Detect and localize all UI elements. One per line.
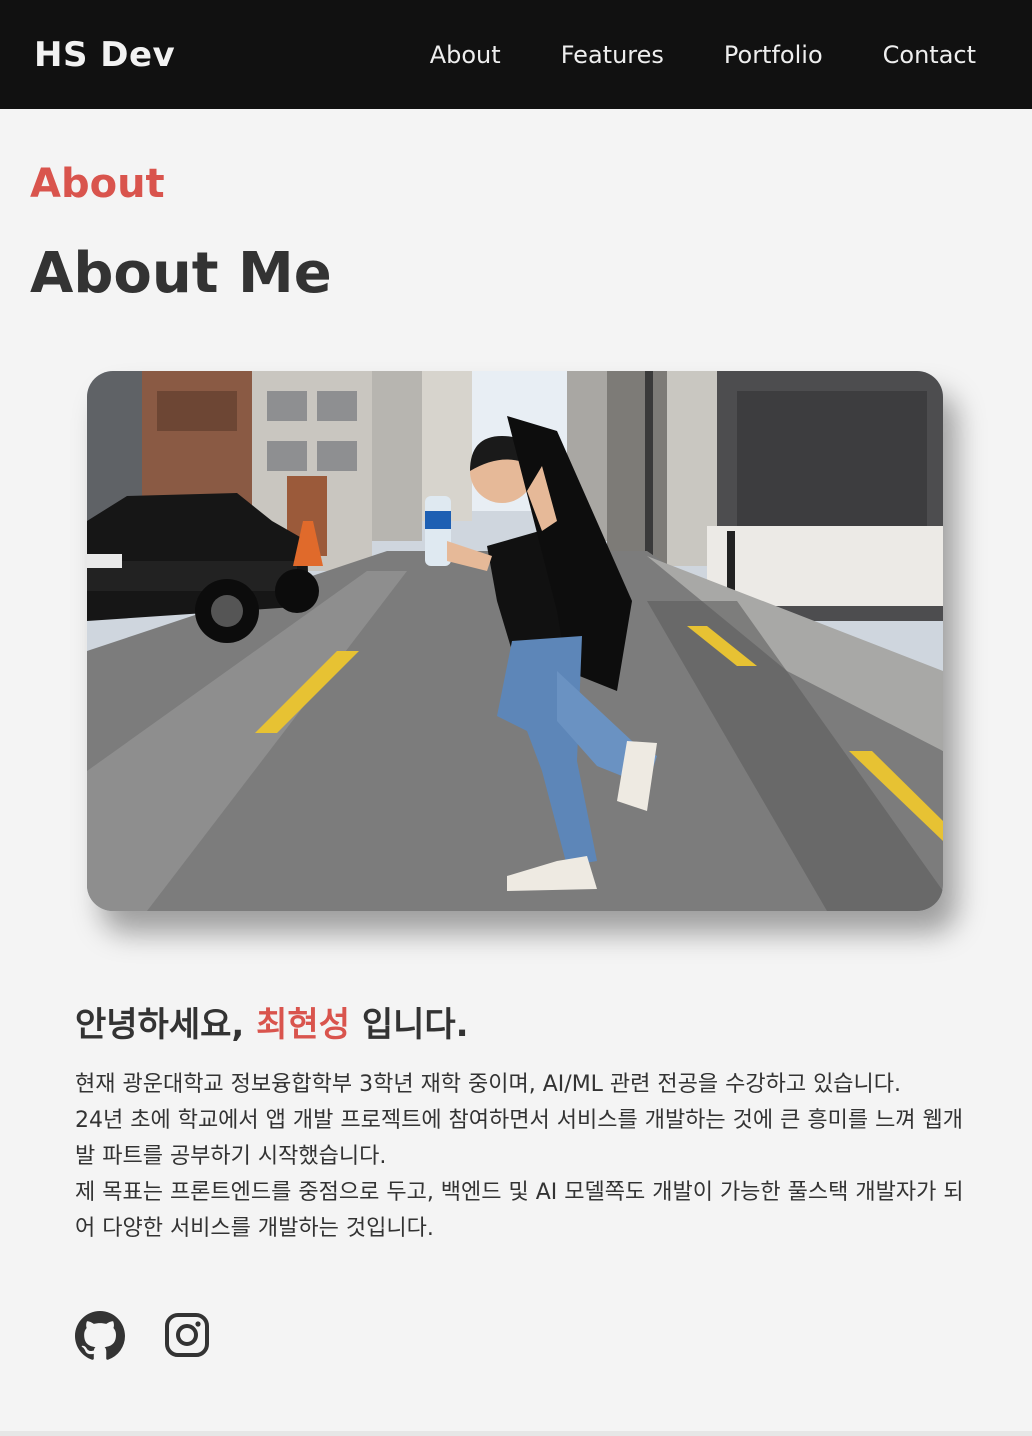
bio-paragraph: 현재 광운대학교 정보융합학부 3학년 재학 중이며, AI/ML 관련 전공을… (75, 1072, 902, 1097)
greeting-heading: 안녕하세요, 최현성 입니다. (75, 997, 469, 1046)
greeting-name: 최현성 (256, 1005, 350, 1045)
section-title: About Me (30, 241, 332, 306)
nav-link-about[interactable]: About (408, 41, 523, 69)
bio-text: 현재 광운대학교 정보융합학부 3학년 재학 중이며, AI/ML 관련 전공을… (75, 1067, 965, 1247)
brand-logo[interactable]: HS Dev (34, 35, 175, 75)
instagram-icon[interactable] (163, 1311, 213, 1361)
section-tag: About (30, 161, 165, 207)
section-divider (0, 1431, 1032, 1436)
github-icon[interactable] (75, 1311, 125, 1361)
nav-link-contact[interactable]: Contact (861, 41, 998, 69)
greeting-suffix: 입니다. (350, 1005, 469, 1045)
top-navbar: HS Dev About Features Portfolio Contact (0, 0, 1032, 109)
nav-links: About Features Portfolio Contact (392, 41, 998, 69)
social-links (75, 1311, 213, 1361)
bio-paragraph: 24년 초에 학교에서 앱 개발 프로젝트에 참여하면서 서비스를 개발하는 것… (75, 1108, 964, 1169)
nav-link-portfolio[interactable]: Portfolio (702, 41, 845, 69)
greeting-prefix: 안녕하세요, (75, 1005, 257, 1045)
about-section: About About Me 안녕하세요, 최현성 입니다. 현재 광운대학교 … (0, 109, 1032, 1431)
nav-link-features[interactable]: Features (539, 41, 686, 69)
profile-photo (87, 371, 943, 911)
profile-photo-illustration (87, 371, 943, 911)
bio-paragraph: 제 목표는 프론트엔드를 중점으로 두고, 백엔드 및 AI 모델쪽도 개발이 … (75, 1180, 964, 1241)
